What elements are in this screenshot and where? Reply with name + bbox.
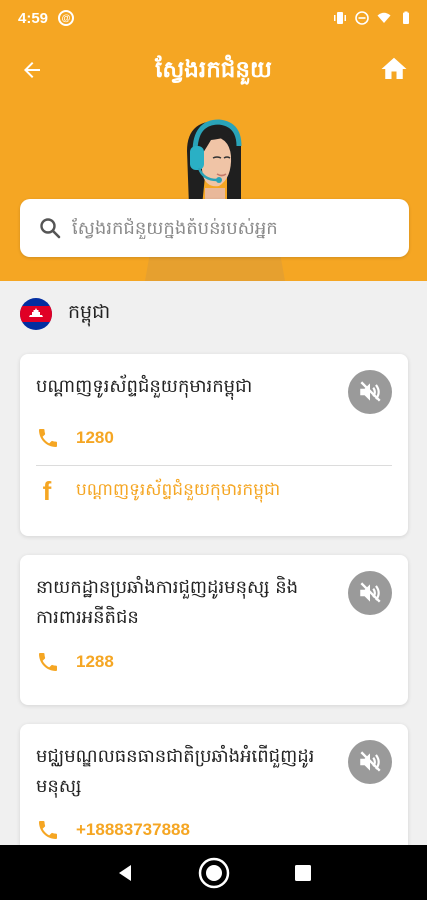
arrow-left-icon	[24, 62, 40, 78]
phone-number: 1280	[76, 428, 114, 447]
nav-recents-button[interactable]	[285, 855, 321, 891]
battery-icon	[403, 11, 409, 24]
facebook-icon: f	[42, 476, 52, 506]
phone-row[interactable]: +18883737888	[36, 818, 190, 842]
card-title: នាយកដ្ឋានប្រឆាំងការជួញដូរមនុស្ស និងការពា…	[36, 577, 299, 628]
facebook-link[interactable]: f បណ្ដាញទូរស័ព្ទជំនួយកុមារកម្ពុជា	[36, 476, 281, 506]
speaker-mute-button[interactable]	[348, 740, 392, 784]
card-title: មជ្ឈមណ្ឌលធនធានជាតិប្រឆាំងអំពើជួញដូរមនុស្…	[36, 746, 315, 797]
card-title: បណ្ដាញទូរស័ព្ទជំនួយកុមារកម្ពុជា	[36, 376, 253, 397]
search-icon	[40, 218, 61, 239]
back-button[interactable]	[16, 54, 48, 86]
page-title: ស្វែងរកជំនួយ	[155, 57, 272, 83]
header: ស្វែងរកជំនួយ	[0, 36, 427, 281]
divider	[36, 465, 392, 466]
volume-off-icon	[360, 381, 381, 402]
search-input[interactable]	[72, 217, 392, 239]
phone-icon	[39, 821, 57, 839]
nav-back-button[interactable]	[107, 855, 143, 891]
speaker-mute-button[interactable]	[348, 571, 392, 615]
country-name: កម្ពុជា	[68, 301, 111, 323]
speaker-mute-button[interactable]	[348, 370, 392, 414]
country-row: កម្ពុជា	[20, 298, 110, 330]
phone-number: +18883737888	[76, 820, 190, 839]
hotline-card: មជ្ឈមណ្ឌលធនធានជាតិប្រឆាំងអំពើជួញដូរមនុស្…	[20, 724, 408, 864]
search-bar[interactable]	[20, 199, 409, 257]
home-circle-icon	[198, 857, 229, 888]
phone-icon	[39, 429, 57, 447]
nav-home-button[interactable]	[196, 855, 232, 891]
hotline-card: នាយកដ្ឋានប្រឆាំងការជួញដូរមនុស្ស និងការពា…	[20, 555, 408, 705]
phone-icon	[39, 653, 57, 671]
back-triangle-icon	[118, 864, 131, 881]
phone-row[interactable]: 1288	[36, 650, 114, 674]
facebook-label: បណ្ដាញទូរស័ព្ទជំនួយកុមារកម្ពុជា	[76, 479, 281, 500]
phone-number: 1288	[76, 652, 114, 671]
recents-square-icon	[294, 864, 311, 881]
vibrate-icon	[334, 12, 346, 24]
status-icons	[333, 11, 413, 25]
hotline-card: បណ្ដាញទូរស័ព្ទជំនួយកុមារកម្ពុជា 1280 f ប…	[20, 354, 408, 536]
notification-icon: @	[58, 10, 75, 26]
do-not-disturb-icon	[355, 11, 369, 25]
volume-off-icon	[360, 751, 381, 772]
cambodia-flag-icon	[20, 298, 52, 330]
home-button[interactable]	[377, 52, 411, 86]
wifi-icon	[377, 12, 391, 23]
phone-row[interactable]: 1280	[36, 426, 114, 450]
system-nav-bar	[0, 845, 427, 900]
status-time: 4:59	[18, 9, 49, 27]
status-bar: 4:59 @	[0, 0, 427, 36]
home-icon	[381, 57, 407, 79]
volume-off-icon	[360, 582, 381, 603]
